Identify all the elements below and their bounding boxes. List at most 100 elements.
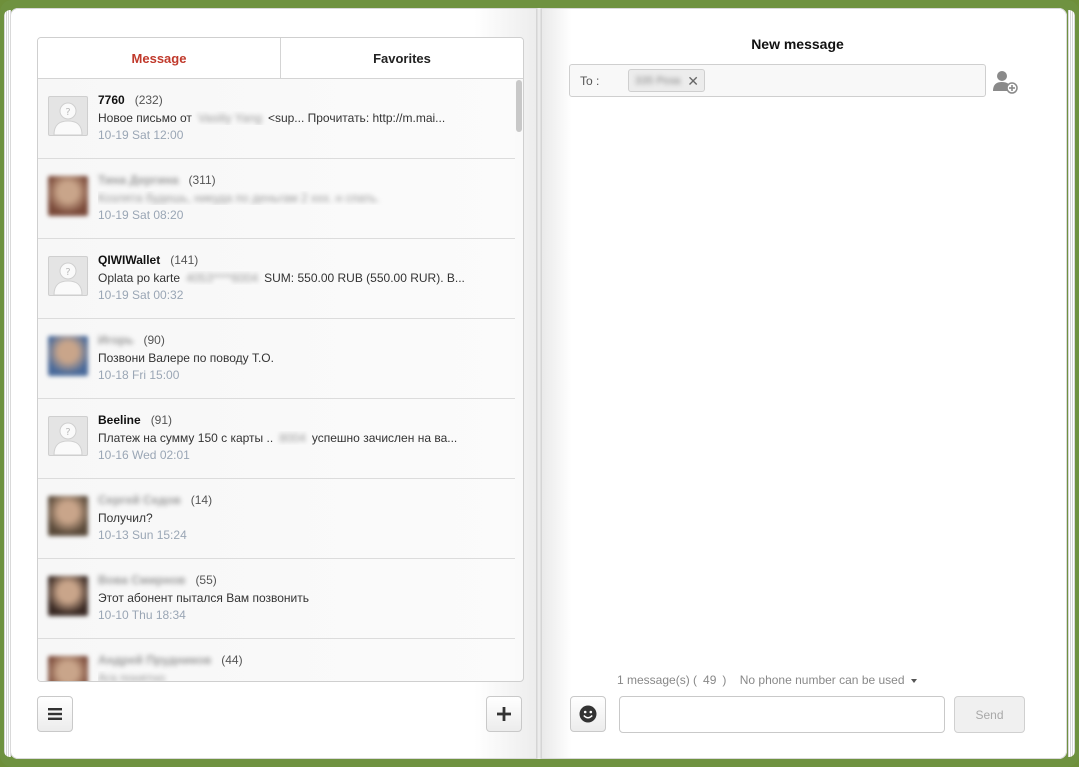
preview-text: SUM: 550.00 RUB (550.00 RUR). B... <box>264 271 465 285</box>
user-placeholder-icon: ? <box>48 256 88 296</box>
contact-name-text: QIWIWallet <box>98 253 161 267</box>
new-message-button[interactable] <box>486 696 522 732</box>
svg-text:?: ? <box>65 427 70 438</box>
redacted-text: Vasiliy Yang <box>197 111 262 125</box>
menu-icon <box>48 708 62 720</box>
message-count: (232) <box>134 93 163 107</box>
avatar <box>48 576 88 616</box>
message-preview: Ага понятно <box>98 671 488 681</box>
avatar <box>48 656 88 681</box>
avatar <box>48 496 88 536</box>
tab-bar: Message Favorites <box>38 38 523 79</box>
message-count: (14) <box>190 493 213 507</box>
right-page <box>540 8 1067 759</box>
message-time: 10-10 Thu 18:34 <box>98 608 186 622</box>
message-preview: Этот абонент пытался Вам позвонить <box>98 591 488 605</box>
conversation-item[interactable]: Игорь (90) Позвони Валере по поводу Т.О. 10… <box>38 319 515 399</box>
preview-text: Получил? <box>98 511 153 525</box>
user-placeholder-icon: ? <box>48 96 88 136</box>
conversation-item[interactable]: ? QIWIWallet (141) Oplata po karte 4053****6… <box>38 239 515 319</box>
recipient-chip-label: 335 Роза <box>635 75 681 87</box>
phone-select-label: No phone number can be used <box>739 673 905 687</box>
message-preview: Получил? <box>98 511 488 525</box>
recipient-chip[interactable]: 335 Роза ✕ <box>628 69 705 92</box>
preview-text: Позвони Валере по поводу Т.О. <box>98 351 274 365</box>
tab-message[interactable]: Message <box>38 38 280 78</box>
recipient-field[interactable]: To : 335 Роза ✕ <box>569 64 986 97</box>
message-time: 10-13 Sun 15:24 <box>98 528 187 542</box>
preview-text: Платеж на сумму 150 с карты .. <box>98 431 274 445</box>
char-count: 49 <box>703 673 717 687</box>
svg-text:?: ? <box>65 267 70 278</box>
message-preview: Oplata po karte 4053****6004 SUM: 550.00 R… <box>98 271 488 285</box>
contact-name: 7760 (232) <box>98 93 163 107</box>
plus-icon <box>497 707 511 721</box>
redacted-text: 4053****6004 <box>186 271 259 285</box>
conversation-item[interactable]: Сергей Седов (14) Получил? 10-13 Sun 15:24 <box>38 479 515 559</box>
message-time: 10-19 Sat 00:32 <box>98 288 184 302</box>
book-spine <box>536 8 542 759</box>
message-status: 1 message(s) (49) No phone number can be… <box>617 673 917 687</box>
message-time: 10-18 Fri 15:00 <box>98 368 180 382</box>
contact-name-text: Тина Дергина <box>98 173 179 187</box>
phone-number-select[interactable]: No phone number can be used <box>740 673 917 687</box>
user-placeholder-icon: ? <box>48 416 88 456</box>
message-count: (311) <box>188 173 216 187</box>
redacted-text: Ага понятно <box>98 671 166 681</box>
compose-title: New message <box>751 36 844 52</box>
preview-text: Этот абонент пытался Вам позвонить <box>98 591 309 605</box>
conversation-item[interactable]: Андрей Прудников (44) Ага понятно <box>38 639 515 681</box>
contact-name: Игорь (90) <box>98 333 165 347</box>
contact-name: Сергей Седов (14) <box>98 493 212 507</box>
contact-name-text: 7760 <box>98 93 125 107</box>
send-button[interactable]: Send <box>954 696 1025 733</box>
message-preview: Позвони Валере по поводу Т.О. <box>98 351 488 365</box>
contact-name-text: Игорь <box>98 333 134 347</box>
message-count: (141) <box>170 253 199 267</box>
message-input[interactable] <box>619 696 945 733</box>
message-count: (55) <box>195 573 217 587</box>
redacted-text: 8004 <box>279 431 306 445</box>
preview-text: <sup... Прочитать: http://m.mai... <box>267 111 446 125</box>
message-preview: Козлята будешь, никуда по деньгам 2 ххх.… <box>98 191 488 205</box>
conversation-list: ? 7760 (232) Новое письмо от Vasiliy Yang <su… <box>38 79 515 681</box>
conversation-panel: Message Favorites ? 7760 (232) Новое письмо… <box>37 37 524 682</box>
redacted-text: Козлята будешь, никуда по деньгам 2 ххх.… <box>98 191 380 205</box>
contact-name: Beeline (91) <box>98 413 172 427</box>
tab-favorites[interactable]: Favorites <box>280 38 523 78</box>
avatar <box>48 336 88 376</box>
contact-name: Вова Смирнов (55) <box>98 573 217 587</box>
contact-name: Тина Дергина (311) <box>98 173 216 187</box>
message-time: 10-19 Sat 08:20 <box>98 208 184 222</box>
avatar <box>48 176 88 216</box>
contact-name-text: Beeline <box>98 413 141 427</box>
contact-name: QIWIWallet (141) <box>98 253 198 267</box>
smiley-icon <box>579 705 597 723</box>
chevron-down-icon <box>910 678 917 683</box>
svg-text:?: ? <box>65 107 70 118</box>
contact-name-text: Сергей Седов <box>98 493 181 507</box>
preview-text: Oplata po karte <box>98 271 181 285</box>
message-time: 10-19 Sat 12:00 <box>98 128 184 142</box>
page-edges-right <box>1068 10 1075 757</box>
menu-button[interactable] <box>37 696 73 732</box>
conversation-item[interactable]: Тина Дергина (311) Козлята будешь, никуда … <box>38 159 515 239</box>
status-suffix: ) <box>722 673 727 687</box>
to-label: To : <box>580 74 600 88</box>
list-scrollbar[interactable] <box>516 80 522 132</box>
message-count: (91) <box>150 413 173 427</box>
message-preview: Новое письмо от Vasiliy Yang <sup... Прочи… <box>98 111 488 125</box>
contact-name: Андрей Прудников (44) <box>98 653 243 667</box>
message-count: (90) <box>143 333 165 347</box>
conversation-item[interactable]: ? 7760 (232) Новое письмо от Vasiliy Yang <su… <box>38 79 515 159</box>
emoji-button[interactable] <box>570 696 606 732</box>
message-time: 10-16 Wed 02:01 <box>98 448 190 462</box>
conversation-item[interactable]: Вова Смирнов (55) Этот абонент пытался Вам… <box>38 559 515 639</box>
preview-text: Новое письмо от <box>98 111 192 125</box>
remove-recipient-icon[interactable]: ✕ <box>687 73 699 90</box>
message-count: (44) <box>221 653 243 667</box>
add-contact-icon[interactable] <box>992 70 1018 94</box>
conversation-item[interactable]: ? Beeline (91) Платеж на сумму 150 с карты … <box>38 399 515 479</box>
preview-text: успешно зачислен на ва... <box>311 431 458 445</box>
contact-name-text: Андрей Прудников <box>98 653 212 667</box>
